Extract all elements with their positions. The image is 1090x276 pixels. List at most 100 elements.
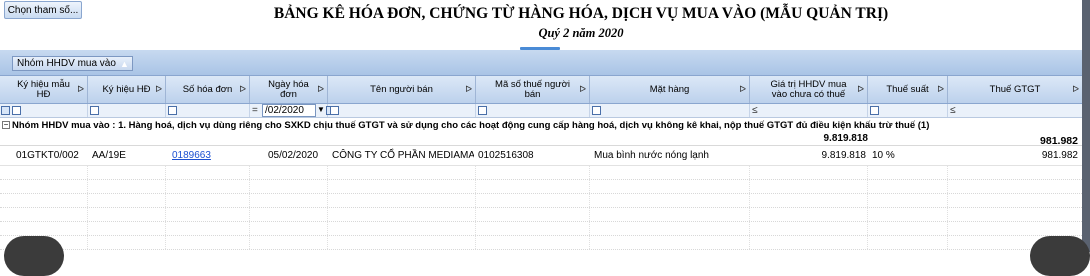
- cell-thue-suat: 10 %: [872, 150, 895, 161]
- grid-line: [589, 194, 590, 207]
- column-header-ky-hieu-hd[interactable]: Ký hiệu HĐ ᐅ: [88, 76, 166, 103]
- cell-ma-so-thue: 0102516308: [478, 150, 534, 161]
- grid-line: [589, 180, 590, 193]
- column-header-ngay-hoa-don[interactable]: Ngày hóa đơn ᐅ: [250, 76, 328, 103]
- column-header-label: Mặt hàng: [649, 83, 690, 95]
- column-header-label: Ký hiệu mẫu HĐ: [17, 78, 70, 100]
- grid-line: [749, 166, 750, 179]
- empty-row: [0, 194, 1082, 208]
- grid-line: [867, 194, 868, 207]
- table-row[interactable]: 01GTKT0/002 AA/19E 0189663 05/02/2020 CÔ…: [0, 146, 1082, 166]
- grid-line: [867, 180, 868, 193]
- pin-icon[interactable]: ᐅ: [239, 84, 246, 94]
- grid-line: [589, 236, 590, 249]
- grid-line: [249, 222, 250, 235]
- filter-operator-label[interactable]: ≤: [950, 104, 956, 117]
- column-header-label: Mã số thuế người bán: [495, 78, 570, 100]
- collapse-icon[interactable]: −: [2, 121, 10, 129]
- group-row[interactable]: − Nhóm HHDV mua vào : 1. Hàng hoá, dịch …: [0, 118, 1082, 147]
- group-by-chip-label: Nhóm HHDV mua vào: [17, 58, 116, 69]
- grid-line: [249, 180, 250, 193]
- grid-line: [867, 222, 868, 235]
- filter-operator-icon[interactable]: [592, 106, 601, 115]
- filter-operator-icon[interactable]: [12, 106, 21, 115]
- filter-date-input[interactable]: /02/2020: [262, 104, 316, 117]
- filter-operator-icon[interactable]: [90, 106, 99, 115]
- column-header-ma-so-thue[interactable]: Mã số thuế người bán ᐅ: [476, 76, 590, 103]
- filter-clear-icon[interactable]: [1, 106, 10, 115]
- column-header-thue-suat[interactable]: Thuế suất ᐅ: [868, 76, 948, 103]
- column-header-ten-nguoi-ban[interactable]: Tên người bán ᐅ: [328, 76, 476, 103]
- cell-ten-nguoi-ban: CÔNG TY CỔ PHẦN MEDIAMAR: [332, 150, 474, 161]
- column-header-label: Ký hiệu HĐ: [102, 83, 151, 95]
- grid-line: [165, 208, 166, 221]
- grid-line: [947, 236, 948, 249]
- invoice-number-link[interactable]: 0189663: [172, 146, 248, 165]
- column-header-label: Thuế GTGT: [989, 83, 1041, 95]
- grid-header: Ký hiệu mẫu HĐ ᐅ Ký hiệu HĐ ᐅ Số hóa đơn ᐅ …: [0, 76, 1082, 104]
- column-header-so-hoa-don[interactable]: Số hóa đơn ᐅ: [166, 76, 250, 103]
- filter-operator-icon[interactable]: [478, 106, 487, 115]
- filter-operator-icon[interactable]: [870, 106, 879, 115]
- report-title: BẢNG KÊ HÓA ĐƠN, CHỨNG TỪ HÀNG HÓA, DỊCH…: [273, 5, 889, 22]
- pin-icon[interactable]: ᐅ: [937, 84, 944, 94]
- grid-line: [327, 208, 328, 221]
- filter-cell[interactable]: [0, 104, 88, 117]
- filter-cell[interactable]: [328, 104, 476, 117]
- grid-line: [749, 236, 750, 249]
- column-header-label: Số hóa đơn: [182, 83, 233, 95]
- grid-line: [165, 236, 166, 249]
- grid-line: [749, 222, 750, 235]
- chevron-down-icon[interactable]: ▼: [317, 105, 325, 114]
- filter-operator-icon[interactable]: [168, 106, 177, 115]
- group-title: Nhóm HHDV mua vào : 1. Hàng hoá, dịch vụ…: [12, 120, 930, 131]
- group-sum-value: 9.819.818: [823, 133, 869, 144]
- pin-icon[interactable]: ᐅ: [739, 84, 746, 94]
- filter-operator-label[interactable]: =: [252, 104, 258, 117]
- filter-cell[interactable]: ≤: [948, 104, 1082, 117]
- grid-line: [249, 208, 250, 221]
- grid-line: [249, 194, 250, 207]
- empty-row: [0, 222, 1082, 236]
- grid-line: [475, 236, 476, 249]
- filter-operator-icon[interactable]: [330, 106, 339, 115]
- grid-line: [475, 166, 476, 179]
- report-header: Chọn tham số... BẢNG KÊ HÓA ĐƠN, CHỨNG T…: [0, 0, 1090, 50]
- grid-line: [589, 222, 590, 235]
- filter-cell[interactable]: [166, 104, 250, 117]
- grid-line: [327, 194, 328, 207]
- pin-icon[interactable]: ᐅ: [77, 84, 84, 94]
- grid-line: [249, 166, 250, 179]
- pin-icon[interactable]: ᐅ: [465, 84, 472, 94]
- grid-line: [87, 222, 88, 235]
- pin-icon[interactable]: ᐅ: [317, 84, 324, 94]
- filter-cell[interactable]: [476, 104, 590, 117]
- grid-line: [867, 236, 868, 249]
- pin-icon[interactable]: ᐅ: [1072, 84, 1079, 94]
- filter-operator-label[interactable]: ≤: [752, 104, 758, 117]
- grid-line: [749, 194, 750, 207]
- empty-row: [0, 166, 1082, 180]
- pin-icon[interactable]: ᐅ: [579, 84, 586, 94]
- cell-mau-hd: 01GTKT0/002: [16, 150, 79, 161]
- column-header-label: Thuế suất: [886, 83, 929, 95]
- sort-up-icon[interactable]: ▲: [120, 57, 129, 71]
- filter-cell[interactable]: [88, 104, 166, 117]
- grid-line: [165, 180, 166, 193]
- filter-cell[interactable]: ≤: [750, 104, 868, 117]
- filter-cell-date[interactable]: = /02/2020 ▼: [250, 104, 335, 117]
- grid-line: [947, 194, 948, 207]
- cell-ky-hieu-hd: AA/19E: [92, 150, 126, 161]
- cell-mat-hang: Mua bình nước nóng lạnh: [594, 150, 709, 161]
- column-header-thue-gtgt[interactable]: Thuế GTGT ᐅ: [948, 76, 1082, 103]
- filter-cell[interactable]: [868, 104, 948, 117]
- grid-line: [87, 166, 88, 179]
- pin-icon[interactable]: ᐅ: [155, 84, 162, 94]
- column-header-ky-hieu-mau-hd[interactable]: Ký hiệu mẫu HĐ ᐅ: [0, 76, 88, 103]
- column-header-mat-hang[interactable]: Mặt hàng ᐅ: [590, 76, 750, 103]
- column-header-gia-tri[interactable]: Giá trị HHDV mua vào chưa có thuế ᐅ: [750, 76, 868, 103]
- group-by-chip[interactable]: Nhóm HHDV mua vào ▲: [12, 56, 133, 71]
- pin-icon[interactable]: ᐅ: [857, 84, 864, 94]
- grid-line: [165, 166, 166, 179]
- filter-cell[interactable]: [590, 104, 750, 117]
